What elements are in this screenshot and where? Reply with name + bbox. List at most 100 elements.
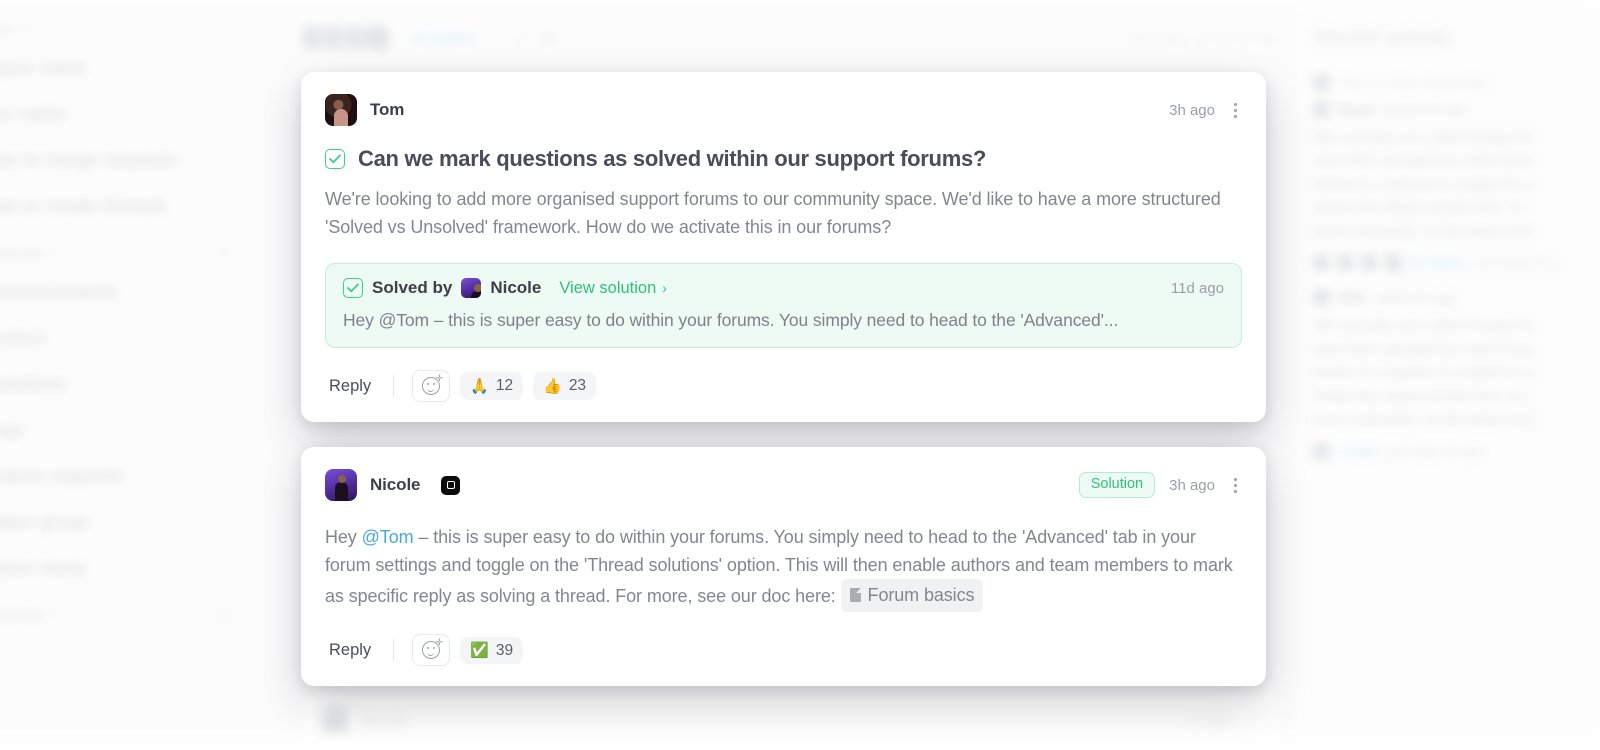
activity-thread-title: This is a first thread title xyxy=(1313,74,1600,91)
activity-replies-link[interactable]: 1 reply xyxy=(1337,444,1376,459)
add-reaction-button[interactable]: ✛ xyxy=(412,634,451,667)
activity-last-reply: Last reply 2h a xyxy=(1472,255,1558,271)
solved-check-icon xyxy=(325,149,345,169)
view-solution-link[interactable]: View solution › xyxy=(559,279,667,298)
avatar xyxy=(322,707,348,733)
solved-banner[interactable]: Solved by Nicole View solution › 11d ago… xyxy=(325,263,1242,349)
avatar xyxy=(1313,254,1330,272)
author-name: Tom xyxy=(370,100,405,119)
avatar xyxy=(1313,289,1330,307)
thread-meta-bar: +3 19 replies ☺ 39 Last reply 12 hours a… xyxy=(300,18,1280,58)
activity-item[interactable]: Ollie replied 2h ago We currently use La… xyxy=(1313,289,1600,460)
activity-action: replied 2h ago xyxy=(1374,290,1457,306)
sidebar-item-docs[interactable]: Docs ▾ xyxy=(0,14,229,44)
sidebar-section-channels-2[interactable]: Channels ▾ + xyxy=(0,600,229,630)
question-card: Tom 3h ago Can we mark questions as solv… xyxy=(301,72,1266,423)
sidebar-item-label: Docs xyxy=(0,20,15,38)
answer-card: Nicole Solution 3h ago Hey @Tom – this i… xyxy=(301,447,1266,687)
org-logo-icon xyxy=(441,475,461,495)
answer-body-main: – this is super easy to do within your f… xyxy=(325,527,1233,607)
add-channel-icon[interactable]: + xyxy=(219,243,229,263)
next-reply-card[interactable]: Nicole 3h ago ⋮ xyxy=(300,690,1280,750)
divider xyxy=(393,639,395,662)
left-sidebar: Docs ▾ Space name Doc name How to merge … xyxy=(0,0,247,741)
timestamp: 3h ago xyxy=(1187,712,1230,728)
reaction-count: 12 xyxy=(495,377,514,395)
avatar-overflow: +3 xyxy=(363,24,391,52)
sidebar-item-label: How to merge requests xyxy=(0,150,177,171)
sidebar-item-feature-requests[interactable]: Feature requests xyxy=(0,462,229,492)
solved-check-icon xyxy=(343,278,363,299)
more-options-icon[interactable] xyxy=(1229,475,1242,496)
participant-avatar-stack: +3 xyxy=(300,24,391,52)
thread-title-text: Can we mark questions as solved within o… xyxy=(358,146,987,171)
solution-excerpt: Hey @Tom – this is super easy to do with… xyxy=(343,310,1119,331)
activity-body: We currently use Label Groups for view t… xyxy=(1313,318,1534,429)
reaction-chip-checkmark[interactable]: ✅ 39 xyxy=(460,636,524,665)
sidebar-item-label: Channels xyxy=(0,606,44,624)
sidebar-item-space-name[interactable]: Space name xyxy=(0,54,229,84)
timestamp: 3h ago xyxy=(1169,101,1215,119)
sidebar-item-space-name-2[interactable]: Space name xyxy=(0,554,229,584)
chevron-down-icon: ▾ xyxy=(52,609,58,621)
add-reaction-button[interactable]: ✛ xyxy=(412,370,451,403)
add-reaction-icon[interactable]: ☺ xyxy=(512,30,527,47)
reaction-count: 23 xyxy=(568,377,587,395)
activity-footer: +3 50 replies Last reply 2h a xyxy=(1313,254,1600,272)
answer-card-header-right: Solution 3h ago xyxy=(1078,472,1242,498)
sidebar-item-label: Questions xyxy=(0,374,66,395)
sidebar-item-label: Bugs xyxy=(0,420,24,441)
sidebar-item-label: How to create threads xyxy=(0,196,166,217)
replies-count-link[interactable]: 19 replies xyxy=(410,30,475,47)
view-solution-label: View solution xyxy=(559,278,657,297)
solved-banner-header: Solved by Nicole View solution › 11d ago xyxy=(343,278,1224,299)
add-channel-icon[interactable]: + xyxy=(219,605,229,625)
more-options-icon[interactable]: ⋮ xyxy=(1242,711,1258,729)
sidebar-item-how-to-create-threads[interactable]: How to create threads xyxy=(0,192,229,222)
sidebar-item-questions[interactable]: Questions xyxy=(0,370,229,400)
sidebar-item-bugs[interactable]: Bugs xyxy=(0,416,229,446)
white-check-mark-emoji-icon: ✅ xyxy=(470,641,489,659)
doc-chip-label: Forum basics xyxy=(867,585,975,606)
question-card-header-right: 3h ago xyxy=(1169,100,1242,121)
sidebar-item-product[interactable]: Product xyxy=(0,324,229,354)
reaction-count[interactable]: 39 xyxy=(539,30,556,47)
activity-footer: 1 reply Last reply 1h ago xyxy=(1313,442,1600,460)
timestamp: 11d ago xyxy=(1170,279,1224,297)
sidebar-section-channels[interactable]: Channels ▾ + xyxy=(0,238,229,268)
sidebar-item-announcements[interactable]: Announcements xyxy=(0,278,229,308)
reply-button[interactable]: Reply xyxy=(325,375,375,398)
sidebar-item-label: Space name xyxy=(0,58,87,79)
add-reaction-icon: ✛ xyxy=(422,638,443,660)
timestamp: 3h ago xyxy=(1169,476,1215,494)
document-icon xyxy=(849,588,861,603)
mention-link[interactable]: @Tom xyxy=(362,527,414,547)
chevron-down-icon: ▾ xyxy=(52,247,58,259)
avatar xyxy=(325,94,357,126)
more-options-icon[interactable] xyxy=(1229,100,1242,121)
sidebar-item-space-group[interactable]: Space group xyxy=(0,508,229,538)
sidebar-item-how-to-merge-requests[interactable]: How to merge requests xyxy=(0,146,229,176)
reaction-chip-thumbsup[interactable]: 👍 23 xyxy=(533,372,597,400)
thumbs-up-emoji-icon: 👍 xyxy=(543,377,562,395)
sidebar-item-label: Channels xyxy=(0,244,44,262)
thread-card-stack: Tom 3h ago Can we mark questions as solv… xyxy=(301,72,1266,687)
sidebar-item-label: Announcements xyxy=(0,282,118,303)
avatar xyxy=(325,469,357,502)
avatar xyxy=(1361,254,1378,272)
solver-name: Nicole xyxy=(490,278,542,298)
question-body: We're looking to add more organised supp… xyxy=(325,189,1221,238)
doc-reference-chip[interactable]: Forum basics xyxy=(840,579,984,613)
activity-replies-link[interactable]: 50 replies xyxy=(1409,255,1465,270)
sidebar-item-label: Doc name xyxy=(0,104,67,125)
author-name: Nicole xyxy=(360,710,408,729)
reply-button[interactable]: Reply xyxy=(325,639,375,662)
activity-action: posted 3h ago xyxy=(1382,102,1466,117)
reaction-chip-pray[interactable]: 🙏 12 xyxy=(460,372,524,400)
avatar-overflow: +3 xyxy=(1385,254,1402,272)
chevron-right-icon: › xyxy=(662,280,667,297)
activity-item[interactable]: This is a first thread title Kyran poste… xyxy=(1313,74,1600,272)
sidebar-item-doc-name[interactable]: Doc name xyxy=(0,100,229,130)
chevron-down-icon: ▾ xyxy=(23,23,29,35)
activity-author: Kyran xyxy=(1338,102,1375,117)
